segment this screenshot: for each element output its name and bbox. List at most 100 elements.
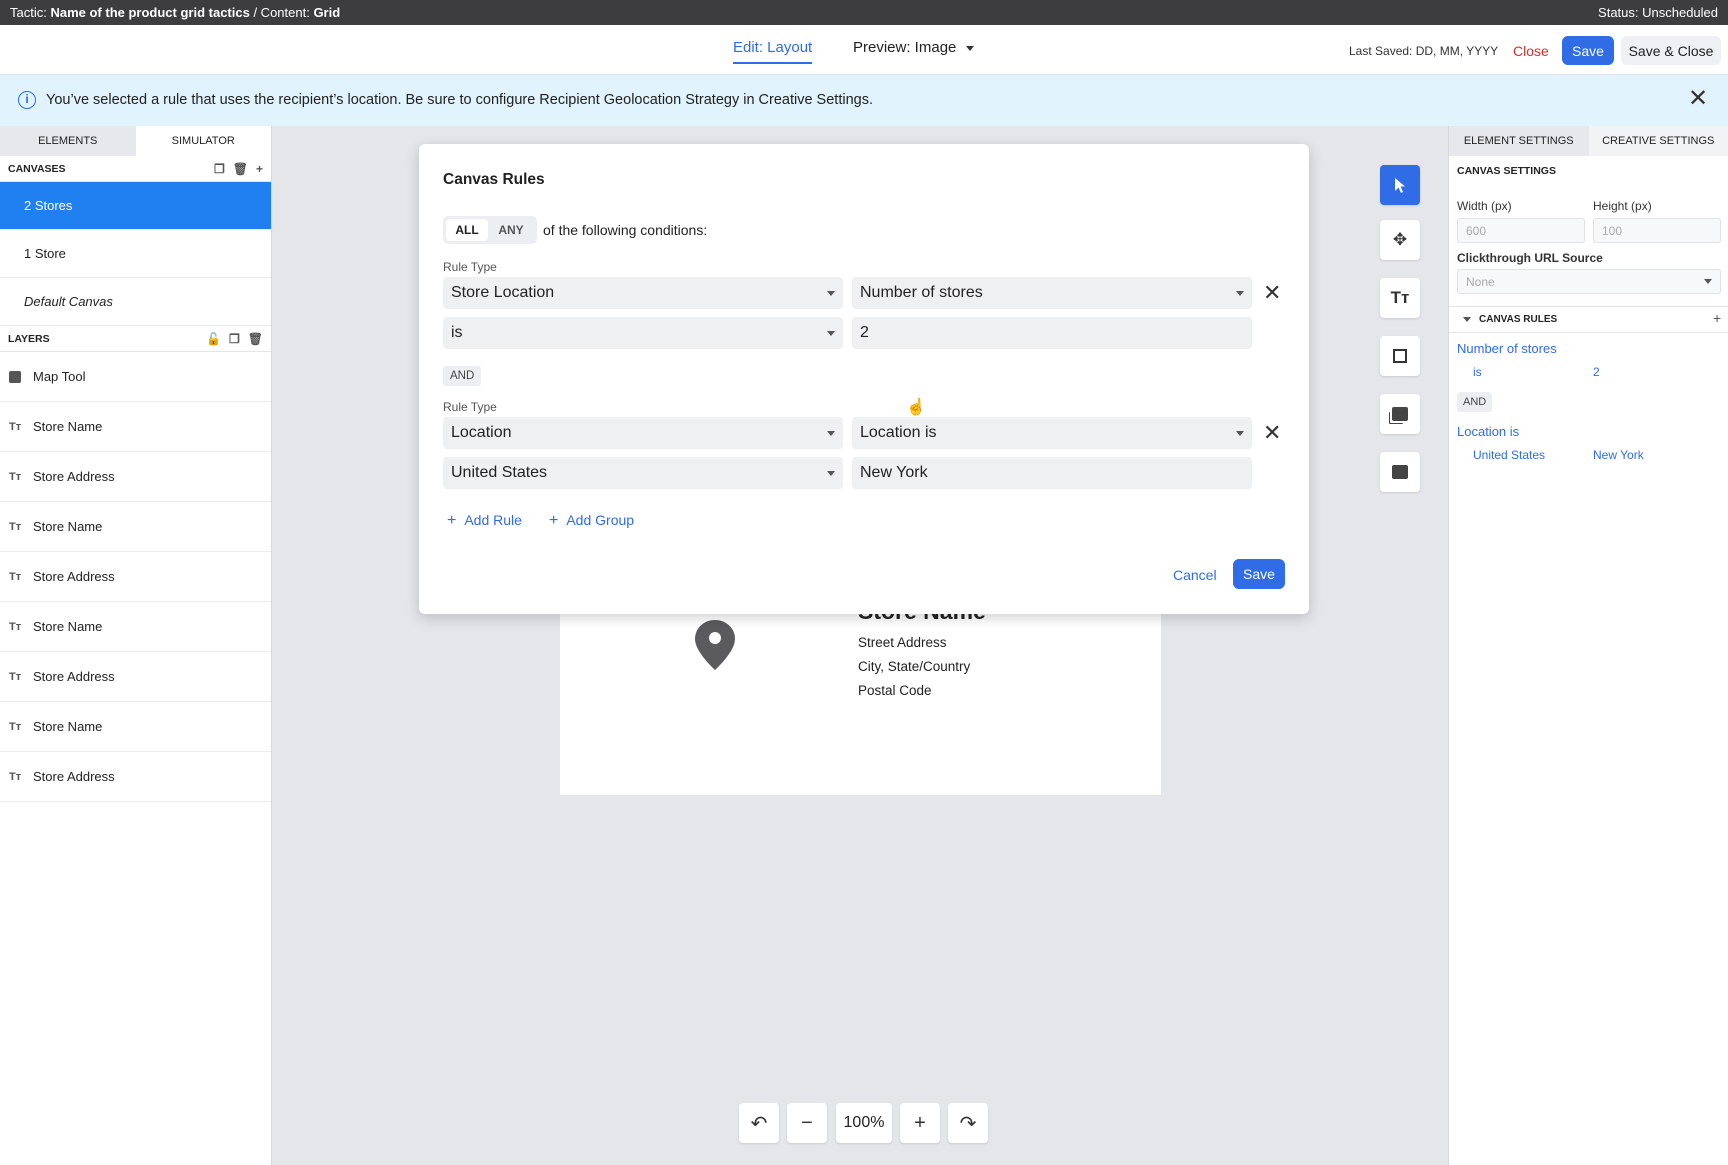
all-toggle[interactable]: ALL	[446, 219, 488, 241]
city-input[interactable]: New York	[852, 457, 1252, 489]
input-value: New York	[860, 464, 928, 481]
save-and-close-button[interactable]: Save & Close	[1621, 36, 1721, 65]
rule-summary-name[interactable]: Location is	[1457, 424, 1519, 439]
select-value: Location is	[860, 424, 937, 441]
tab-edit-layout[interactable]: Edit: Layout	[733, 39, 813, 64]
tab-creative-settings[interactable]: CREATIVE SETTINGS	[1588, 126, 1728, 156]
height-label: Height (px)	[1593, 199, 1652, 213]
layer-label: Store Address	[33, 569, 115, 584]
canvas-item[interactable]: 2 Stores	[0, 182, 271, 230]
trash-icon[interactable]: 🗑	[248, 332, 263, 346]
caret-down-icon	[827, 330, 835, 336]
add-rule-label: Add Rule	[464, 512, 522, 528]
hand-cursor-icon: ☝	[906, 399, 926, 416]
layer-item[interactable]: Tт Store Address	[0, 452, 271, 502]
tab-elements[interactable]: ELEMENTS	[0, 126, 136, 156]
layer-item[interactable]: Tт Store Address	[0, 652, 271, 702]
undo-button[interactable]: ↶	[739, 1103, 779, 1143]
layer-label: Store Address	[33, 469, 115, 484]
text-icon: Tт	[9, 720, 22, 733]
shape-tool[interactable]	[1380, 336, 1420, 376]
postal-code-text: Postal Code	[858, 683, 932, 698]
canvas-rules-modal: Canvas Rules ALL ANY of the following co…	[419, 144, 1309, 614]
gallery-tool[interactable]	[1380, 394, 1420, 434]
plus-icon: +	[549, 512, 559, 529]
input-value: 2	[860, 324, 869, 341]
layer-item[interactable]: Tт Store Address	[0, 752, 271, 802]
caret-down-icon	[827, 470, 835, 476]
operator-select[interactable]: is	[443, 317, 843, 349]
layer-label: Store Name	[33, 719, 103, 734]
trash-icon[interactable]: 🗑	[233, 162, 248, 176]
layer-item[interactable]: Tт Store Name	[0, 702, 271, 752]
rule-summary-name[interactable]: Number of stores	[1457, 341, 1557, 356]
rule-summary-operator[interactable]: is	[1473, 365, 1482, 379]
content-label: / Content:	[249, 5, 314, 20]
any-toggle[interactable]: ANY	[488, 219, 534, 241]
zoom-in-button[interactable]: +	[900, 1103, 940, 1143]
add-rule-button[interactable]: + Add Rule	[447, 512, 522, 530]
clickthrough-select[interactable]: None	[1457, 269, 1721, 294]
layer-item[interactable]: Tт Store Address	[0, 552, 271, 602]
rule-attribute-select[interactable]: Number of stores	[852, 277, 1252, 309]
remove-rule-icon[interactable]: ✕	[1263, 282, 1281, 304]
layer-item[interactable]: Tт Store Name	[0, 602, 271, 652]
select-value: Store Location	[451, 284, 555, 301]
image-tool[interactable]	[1380, 452, 1420, 492]
layer-label: Map Tool	[33, 369, 86, 384]
canvas-item[interactable]: 1 Store	[0, 230, 271, 278]
rule-type-select[interactable]: Store Location	[443, 277, 843, 309]
duplicate-icon[interactable]: ❐	[214, 162, 225, 176]
close-button[interactable]: Close	[1513, 43, 1549, 59]
duplicate-icon[interactable]: ❐	[229, 332, 240, 346]
canvas-item[interactable]: Default Canvas	[0, 278, 271, 326]
zoom-level[interactable]: 100%	[836, 1103, 892, 1143]
layers-title: LAYERS	[8, 332, 50, 345]
tab-preview-image[interactable]: Preview: Image	[853, 39, 975, 56]
match-toggle[interactable]: ALL ANY	[443, 216, 537, 244]
square-icon	[1393, 349, 1407, 363]
redo-button[interactable]: ↷	[948, 1103, 988, 1143]
value-input[interactable]: 2	[852, 317, 1252, 349]
canvases-header: CANVASES ❐ 🗑 +	[0, 156, 271, 182]
rule-summary-country[interactable]: United States	[1473, 448, 1545, 462]
remove-rule-icon[interactable]: ✕	[1263, 422, 1281, 444]
cancel-button[interactable]: Cancel	[1173, 567, 1217, 583]
rule-summary-city[interactable]: New York	[1593, 448, 1644, 462]
rule-type-select[interactable]: Location	[443, 417, 843, 449]
pointer-tool[interactable]	[1380, 165, 1420, 205]
height-field[interactable]: 100	[1593, 218, 1721, 243]
text-icon: Tт	[9, 620, 22, 633]
width-field[interactable]: 600	[1457, 218, 1585, 243]
move-tool[interactable]: ✥	[1380, 220, 1420, 260]
save-button[interactable]: Save	[1562, 36, 1614, 65]
layer-item[interactable]: Map Tool	[0, 352, 271, 402]
add-group-button[interactable]: + Add Group	[549, 512, 634, 530]
header: Edit: Layout Preview: Image Last Saved: …	[0, 25, 1728, 75]
close-icon[interactable]: ✕	[1688, 87, 1708, 111]
canvas-rules-header[interactable]: CANVAS RULES	[1463, 314, 1557, 325]
layer-item[interactable]: Tт Store Name	[0, 502, 271, 552]
country-select[interactable]: United States	[443, 457, 843, 489]
tab-element-settings[interactable]: ELEMENT SETTINGS	[1449, 126, 1589, 156]
plus-icon: +	[447, 512, 457, 529]
rule-attribute-select[interactable]: Location is	[852, 417, 1252, 449]
breadcrumb: Tactic: Name of the product grid tactics…	[10, 5, 340, 20]
zoom-out-button[interactable]: −	[787, 1103, 827, 1143]
minus-icon: −	[801, 1111, 813, 1134]
plus-icon[interactable]: +	[256, 162, 263, 176]
caret-down-icon	[1236, 290, 1244, 296]
rule-summary-value[interactable]: 2	[1593, 365, 1600, 379]
tab-simulator[interactable]: SIMULATOR	[135, 126, 271, 156]
layer-item[interactable]: Tт Store Name	[0, 402, 271, 452]
lock-icon[interactable]: 🔓	[206, 332, 221, 346]
status-text: Status: Unscheduled	[1598, 5, 1718, 20]
text-icon: Tт	[9, 570, 22, 583]
plus-icon[interactable]: +	[1713, 310, 1721, 326]
modal-save-button[interactable]: Save	[1233, 559, 1285, 589]
status-bar: Tactic: Name of the product grid tactics…	[0, 0, 1728, 25]
text-tool[interactable]: Tт	[1380, 278, 1420, 318]
info-icon: i	[18, 91, 36, 109]
select-value: United States	[451, 464, 548, 481]
caret-down-icon	[827, 430, 835, 436]
